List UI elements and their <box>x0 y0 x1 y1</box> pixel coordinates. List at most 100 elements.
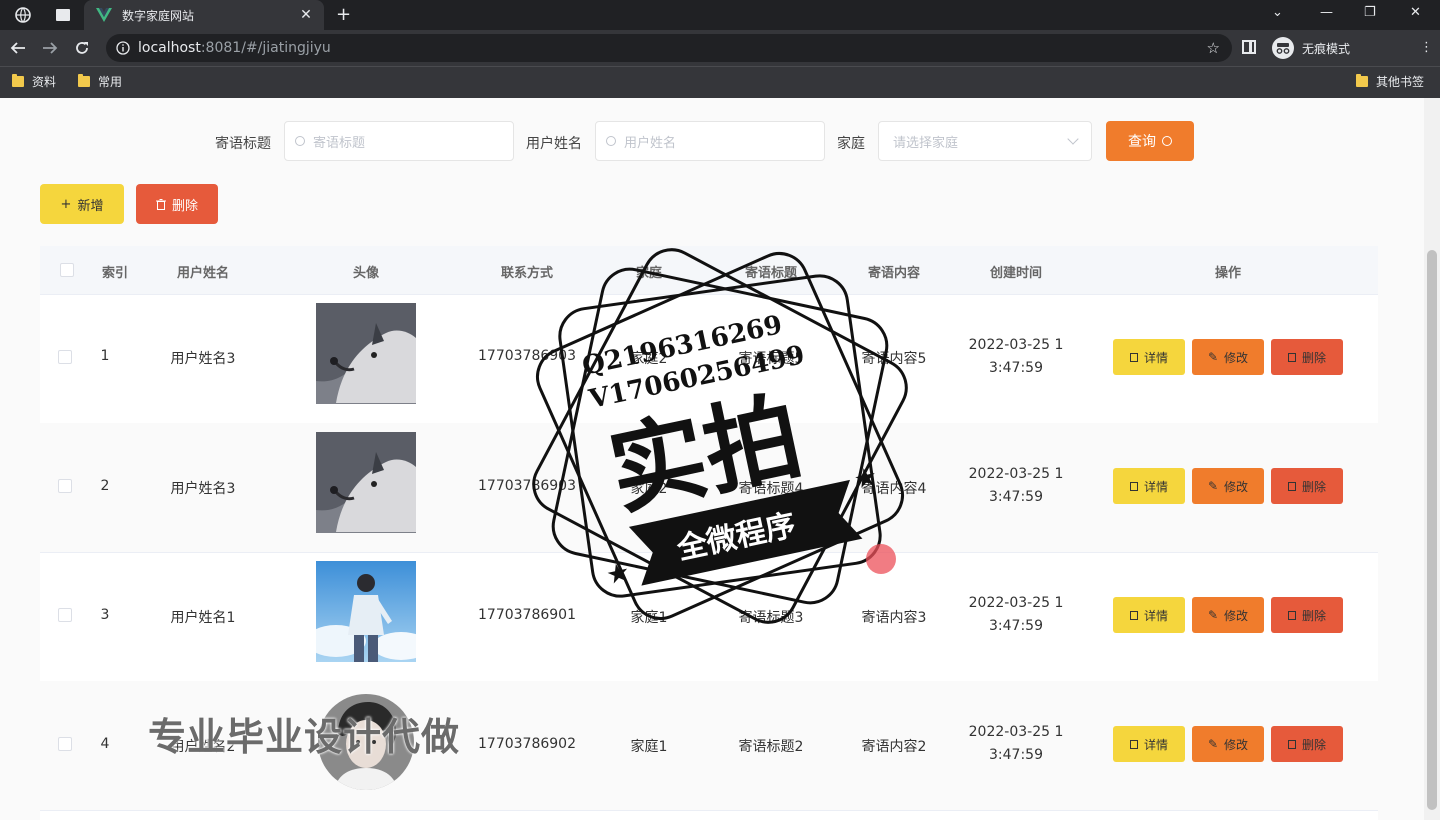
browser-tab-active[interactable]: 数字家庭网站 ✕ <box>84 0 324 30</box>
trash-icon <box>1287 610 1296 620</box>
delete-label: 删除 <box>1301 350 1326 365</box>
family-select[interactable]: 请选择家庭 <box>878 121 1092 161</box>
created-time: 3:47:59 <box>989 489 1043 505</box>
add-button[interactable]: + 新增 <box>40 184 124 224</box>
title-search-label: 寄语标题 <box>215 136 271 152</box>
cell-created: 2022-03-25 1 3:47:59 <box>969 463 1064 509</box>
bookmark-folder-ziliao[interactable]: 资料 <box>12 73 56 90</box>
document-icon <box>1129 352 1138 362</box>
browser-tab-bar: 数字家庭网站 ✕ + ⌄ — ❐ ✕ <box>0 0 1440 30</box>
new-tab-icon[interactable]: + <box>336 4 351 25</box>
delete-button[interactable]: 删除 <box>1271 726 1343 762</box>
edit-label: 修改 <box>1224 350 1249 365</box>
browser-toolbar: localhost:8081/#/jiatingjiyu ☆ 更新 <box>0 30 1440 90</box>
globe-icon[interactable] <box>14 6 32 24</box>
cell-index: 3 <box>100 607 110 623</box>
cell-created: 2022-03-25 1 3:47:59 <box>969 592 1064 638</box>
header-user-name: 用户姓名 <box>176 266 230 281</box>
url-host: localhost <box>138 40 201 56</box>
name-search-input[interactable]: 用户姓名 <box>595 121 825 161</box>
url-text: localhost:8081/#/jiatingjiyu <box>138 40 331 56</box>
restore-icon[interactable]: ❐ <box>1364 5 1376 20</box>
forward-arrow-icon[interactable] <box>40 38 60 58</box>
title-search-input[interactable]: 寄语标题 <box>284 121 514 161</box>
pencil-icon: ✎ <box>1207 479 1219 493</box>
delete-button[interactable]: 删除 <box>1271 468 1343 504</box>
avatar-husky <box>316 303 416 404</box>
cell-index: 2 <box>100 478 110 494</box>
other-bookmarks[interactable]: 其他书签 <box>1356 73 1424 90</box>
edit-button[interactable]: ✎ 修改 <box>1192 726 1264 762</box>
edit-button[interactable]: ✎ 修改 <box>1192 597 1264 633</box>
detail-button[interactable]: 详情 <box>1113 597 1185 633</box>
created-time: 3:47:59 <box>989 618 1043 634</box>
cell-content: 寄语内容2 <box>861 739 927 755</box>
detail-button[interactable]: 详情 <box>1113 339 1185 375</box>
row-checkbox[interactable] <box>58 737 72 751</box>
header-index: 索引 <box>101 266 129 281</box>
detail-button[interactable]: 详情 <box>1113 468 1185 504</box>
cell-user-name: 用户姓名3 <box>170 481 236 497</box>
tab-search-icon[interactable] <box>54 6 72 24</box>
side-panel-icon[interactable] <box>1242 40 1256 54</box>
document-icon <box>1129 481 1138 491</box>
detail-button[interactable]: 详情 <box>1113 726 1185 762</box>
document-icon <box>1129 610 1138 620</box>
title-search-placeholder: 寄语标题 <box>313 135 366 151</box>
created-date: 2022-03-25 1 <box>968 595 1064 611</box>
created-date: 2022-03-25 1 <box>968 466 1064 482</box>
folder-icon <box>1356 74 1368 87</box>
pencil-icon: ✎ <box>1207 737 1219 751</box>
row-checkbox[interactable] <box>58 479 72 493</box>
bookmark-star-icon[interactable]: ☆ <box>1207 39 1220 57</box>
pencil-icon: ✎ <box>1207 350 1219 364</box>
cell-created: 2022-03-25 1 3:47:59 <box>969 721 1064 767</box>
avatar-husky <box>316 432 416 533</box>
delete-button[interactable]: 删除 <box>1271 597 1343 633</box>
cell-index: 1 <box>100 348 110 364</box>
address-bar[interactable]: localhost:8081/#/jiatingjiyu ☆ <box>106 34 1232 62</box>
menu-kebab-icon[interactable]: ⋮ <box>1420 40 1433 55</box>
search-icon <box>1162 136 1172 146</box>
folder-icon <box>78 74 90 87</box>
delete-label: 删除 <box>1301 479 1326 494</box>
select-all-checkbox[interactable] <box>60 263 74 277</box>
query-button-label: 查询 <box>1128 134 1156 150</box>
query-button[interactable]: 查询 <box>1106 121 1194 161</box>
bookmark-label: 常用 <box>98 75 123 89</box>
reload-icon[interactable] <box>72 38 92 58</box>
created-time: 3:47:59 <box>989 747 1043 763</box>
delete-label: 删除 <box>1301 737 1326 752</box>
search-icon <box>295 136 305 146</box>
created-date: 2022-03-25 1 <box>968 337 1064 353</box>
header-avatar: 头像 <box>352 266 380 281</box>
close-tab-icon[interactable]: ✕ <box>298 7 314 23</box>
edit-button[interactable]: ✎ 修改 <box>1192 339 1264 375</box>
vue-logo-icon <box>96 8 112 22</box>
trash-icon <box>155 198 166 210</box>
trash-icon <box>1287 352 1296 362</box>
batch-delete-button[interactable]: 删除 <box>136 184 218 224</box>
row-checkbox[interactable] <box>58 350 72 364</box>
row-checkbox[interactable] <box>58 608 72 622</box>
minimize-icon[interactable]: — <box>1320 5 1333 20</box>
cell-family: 家庭1 <box>630 739 668 755</box>
tab-list-chevron-icon[interactable]: ⌄ <box>1272 5 1283 20</box>
bookmark-folder-changyong[interactable]: 常用 <box>78 73 122 90</box>
info-icon[interactable] <box>116 41 130 55</box>
incognito-indicator[interactable]: 无痕模式 <box>1272 37 1350 59</box>
edit-button[interactable]: ✎ 修改 <box>1192 468 1264 504</box>
family-select-label: 家庭 <box>837 136 865 152</box>
detail-label: 详情 <box>1143 479 1168 494</box>
search-icon <box>606 136 616 146</box>
delete-button[interactable]: 删除 <box>1271 339 1343 375</box>
add-button-label: 新增 <box>77 198 104 214</box>
close-window-icon[interactable]: ✕ <box>1410 5 1421 20</box>
header-created: 创建时间 <box>989 266 1043 281</box>
back-arrow-icon[interactable] <box>8 38 28 58</box>
page-scrollbar[interactable] <box>1424 98 1440 820</box>
plus-icon: + <box>60 196 72 212</box>
cursor-highlight <box>866 544 896 574</box>
cell-title: 寄语标题2 <box>738 739 804 755</box>
scrollbar-thumb[interactable] <box>1427 250 1437 810</box>
